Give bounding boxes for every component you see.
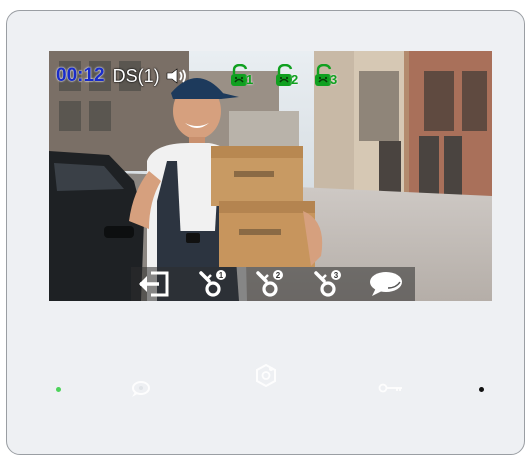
call-toolbar: 1 2 3 — [131, 267, 415, 301]
key-hw-icon[interactable] — [378, 382, 404, 394]
unlock-2-button[interactable]: 2 — [250, 267, 290, 301]
unlock-1-button[interactable]: 1 — [193, 267, 233, 301]
speaker-icon — [166, 68, 186, 84]
talk-button[interactable] — [366, 267, 406, 301]
key-1-icon: 1 — [199, 270, 226, 297]
talk-hw-icon[interactable] — [129, 379, 151, 399]
camera-feed-image — [49, 51, 492, 301]
call-timer: 00:12 — [56, 65, 105, 86]
key-2-icon: 2 — [256, 270, 283, 297]
talk-icon — [370, 272, 402, 296]
exit-icon — [139, 271, 169, 297]
exit-button[interactable] — [134, 267, 174, 301]
unlock-1-icon: 1 — [229, 63, 255, 88]
svg-text:2: 2 — [276, 271, 281, 280]
video-screen: 00:12 DS(1) 1 2 3 1 2 3 — [49, 51, 492, 301]
unlock-3-button[interactable]: 3 — [308, 267, 348, 301]
power-led — [56, 387, 61, 392]
unlock-2-icon: 2 — [274, 63, 300, 88]
svg-text:1: 1 — [219, 271, 224, 280]
svg-text:3: 3 — [334, 271, 339, 280]
door-station-label: DS(1) — [112, 65, 160, 86]
unlock-3-icon: 3 — [313, 63, 339, 88]
status-led — [479, 387, 484, 392]
status-bar: 00:12 DS(1) — [56, 65, 188, 87]
key-3-icon: 3 — [314, 270, 341, 297]
monitor-hw-icon[interactable] — [254, 363, 278, 389]
